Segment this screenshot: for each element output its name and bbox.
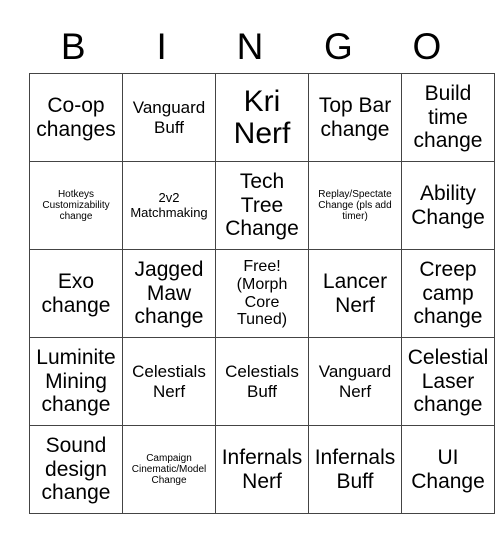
bingo-cell[interactable]: UI Change (401, 425, 495, 514)
bingo-cell[interactable]: Creep camp change (401, 249, 495, 338)
bingo-cell[interactable]: Exo change (29, 249, 123, 338)
bingo-cell[interactable]: Celestials Nerf (122, 337, 216, 426)
bingo-row: Sound design change Campaign Cinematic/Mo… (29, 425, 495, 514)
bingo-row: Luminite Mining change Celestials Nerf Cel… (29, 337, 495, 426)
bingo-cell[interactable]: 2v2 Matchmaking (122, 161, 216, 250)
bingo-row: Hotkeys Customizability change 2v2 Matchm… (29, 161, 495, 250)
header-letter-n: N (236, 26, 264, 67)
bingo-cell[interactable]: Campaign Cinematic/Model Change (122, 425, 216, 514)
bingo-cell[interactable]: Lancer Nerf (308, 249, 402, 338)
bingo-cell[interactable]: Vanguard Buff (122, 73, 216, 162)
bingo-cell[interactable]: Ability Change (401, 161, 495, 250)
bingo-cell[interactable]: Jagged Maw change (122, 249, 216, 338)
bingo-cell[interactable]: Vanguard Nerf (308, 337, 402, 426)
bingo-cell[interactable]: Luminite Mining change (29, 337, 123, 426)
header-letter-i: I (156, 26, 167, 67)
bingo-cell[interactable]: Co-op changes (29, 73, 123, 162)
bingo-row: Co-op changes Vanguard Buff Kri Nerf Top Ba… (29, 73, 495, 162)
bingo-cell[interactable]: Kri Nerf (215, 73, 309, 162)
bingo-cell[interactable]: Hotkeys Customizability change (29, 161, 123, 250)
bingo-cell[interactable]: Sound design change (29, 425, 123, 514)
header-letter-o: O (412, 26, 442, 67)
header-letter-g: G (324, 26, 353, 67)
bingo-grid: Co-op changes Vanguard Buff Kri Nerf Top Ba… (29, 73, 495, 514)
bingo-row: Exo change Jagged Maw change Free! (Morph … (29, 249, 495, 338)
bingo-cell[interactable]: Infernals Nerf (215, 425, 309, 514)
header-letter-b: B (60, 26, 86, 67)
bingo-cell[interactable]: Infernals Buff (308, 425, 402, 514)
bingo-cell[interactable]: Tech Tree Change (215, 161, 309, 250)
bingo-cell[interactable]: Celestial Laser change (401, 337, 495, 426)
bingo-header: B I N G O (29, 22, 471, 72)
bingo-cell[interactable]: Replay/Spectate Change (pls add timer) (308, 161, 402, 250)
bingo-cell[interactable]: Top Bar change (308, 73, 402, 162)
bingo-cell[interactable]: Celestials Buff (215, 337, 309, 426)
bingo-cell[interactable]: Build time change (401, 73, 495, 162)
bingo-cell[interactable]: Free! (Morph Core Tuned) (215, 249, 309, 338)
